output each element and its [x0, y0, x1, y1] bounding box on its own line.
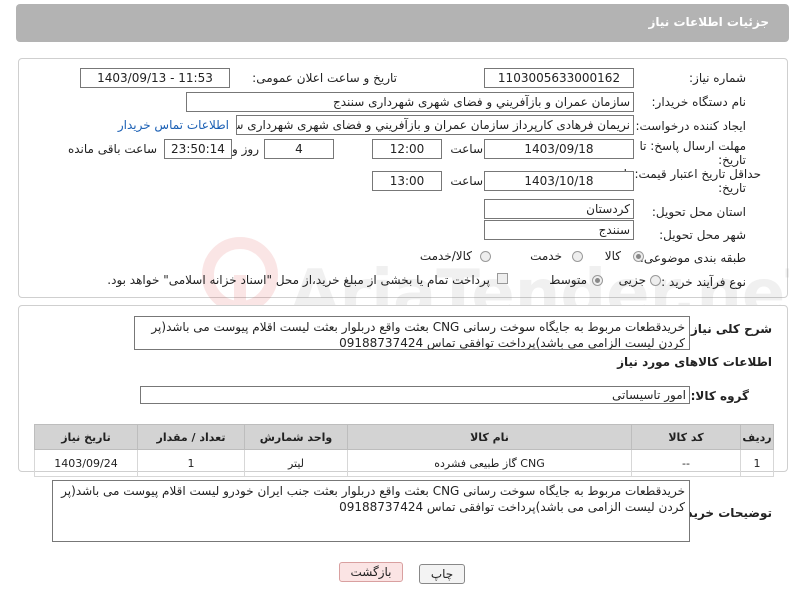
col-code: کد کالا [631, 424, 741, 450]
treasury-checkbox[interactable] [497, 273, 508, 284]
category-option-service: خدمت [530, 249, 562, 263]
validity-label-line1: حداقل تاریخ اعتبار قیمت: تا [623, 167, 761, 181]
city-label: شهر محل تحویل: [659, 228, 746, 242]
treasury-note: پرداخت تمام یا بخشی از مبلغ خرید،از محل … [107, 273, 490, 287]
buyer-org-label: نام دستگاه خریدار: [651, 95, 747, 109]
page-header: جزئیات اطلاعات نیاز [16, 4, 789, 42]
table-row: 1403/09/24 1 لیتر گاز طبیعی فشرده CNG --… [34, 449, 774, 477]
col-date: تاریخ نیاز [34, 424, 138, 450]
goods-group-field: امور تاسیساتی [140, 386, 690, 404]
deadline-label-line2: تاریخ: [718, 153, 746, 167]
days-field: 4 [264, 139, 334, 159]
deadline-time-label: ساعت [450, 142, 483, 156]
description-label: شرح کلی نیاز: [686, 322, 772, 336]
deadline-time-field: 12:00 [372, 139, 442, 159]
category-option-goods: کالا [604, 249, 621, 263]
process-option-minor: جزیی [618, 273, 646, 287]
deadline-label-line1: مهلت ارسال پاسخ: تا [639, 139, 746, 153]
process-radio-minor[interactable] [650, 275, 661, 286]
remaining-time-field: 23:50:14 [164, 139, 232, 159]
category-radio-goods[interactable] [633, 251, 644, 262]
goods-section-title: اطلاعات کالاهای مورد نیاز [617, 355, 772, 369]
page-title: جزئیات اطلاعات نیاز [648, 15, 769, 29]
col-name: نام کالا [347, 424, 632, 450]
category-radio-service[interactable] [572, 251, 583, 262]
description-text: خریدقطعات مربوط به جایگاه سوخت رسانی CNG… [134, 316, 690, 350]
buyer-notes-text: خریدقطعات مربوط به جایگاه سوخت رسانی CNG… [52, 480, 690, 542]
announce-field: 1403/09/13 - 11:53 [80, 68, 230, 88]
cell-date: 1403/09/24 [34, 449, 138, 477]
cell-code: -- [631, 449, 741, 477]
process-option-medium: متوسط [549, 273, 587, 287]
requester-field: نریمان فرهادی کارپرداز سازمان عمران و با… [236, 115, 634, 135]
col-row: ردیف [740, 424, 774, 450]
deadline-date-field: 1403/09/18 [484, 139, 634, 159]
requester-label: ایجاد کننده درخواست: [635, 119, 746, 133]
category-label: طبقه بندی موضوعی: [639, 251, 746, 265]
category-option-both: کالا/خدمت [419, 249, 472, 263]
need-number-field: 1103005633000162 [484, 68, 634, 88]
cell-unit: لیتر [244, 449, 348, 477]
buyer-org-field: سازمان عمران و بازآفريني و فضای شهری شهر… [186, 92, 634, 112]
cell-qty: 1 [137, 449, 245, 477]
validity-date-field: 1403/10/18 [484, 171, 634, 191]
announce-label: تاریخ و ساعت اعلان عمومی: [252, 71, 397, 85]
back-button[interactable]: بازگشت [339, 562, 403, 582]
col-qty: تعداد / مقدار [137, 424, 245, 450]
province-field: کردستان [484, 199, 634, 219]
province-label: استان محل تحویل: [651, 205, 746, 219]
cell-row: 1 [740, 449, 774, 477]
goods-table-header: تاریخ نیاز تعداد / مقدار واحد شمارش نام … [34, 424, 774, 450]
cell-name: گاز طبیعی فشرده CNG [347, 449, 632, 477]
col-unit: واحد شمارش [244, 424, 348, 450]
remaining-label: ساعت باقی مانده [67, 142, 157, 156]
category-radio-both[interactable] [480, 251, 491, 262]
process-radio-medium[interactable] [592, 275, 603, 286]
need-number-label: شماره نیاز: [689, 71, 746, 85]
validity-time-label: ساعت [450, 174, 483, 188]
city-field: سنندج [484, 220, 634, 240]
print-button[interactable]: چاپ [419, 564, 465, 584]
validity-label-line2: تاریخ: [718, 181, 746, 195]
contact-info-link[interactable]: اطلاعات تماس خریدار [118, 118, 229, 132]
validity-time-field: 13:00 [372, 171, 442, 191]
process-label: نوع فرآیند خرید : [661, 275, 746, 289]
goods-group-label: گروه کالا: [690, 389, 749, 403]
days-label: روز و [232, 142, 259, 156]
goods-table: تاریخ نیاز تعداد / مقدار واحد شمارش نام … [34, 424, 774, 477]
